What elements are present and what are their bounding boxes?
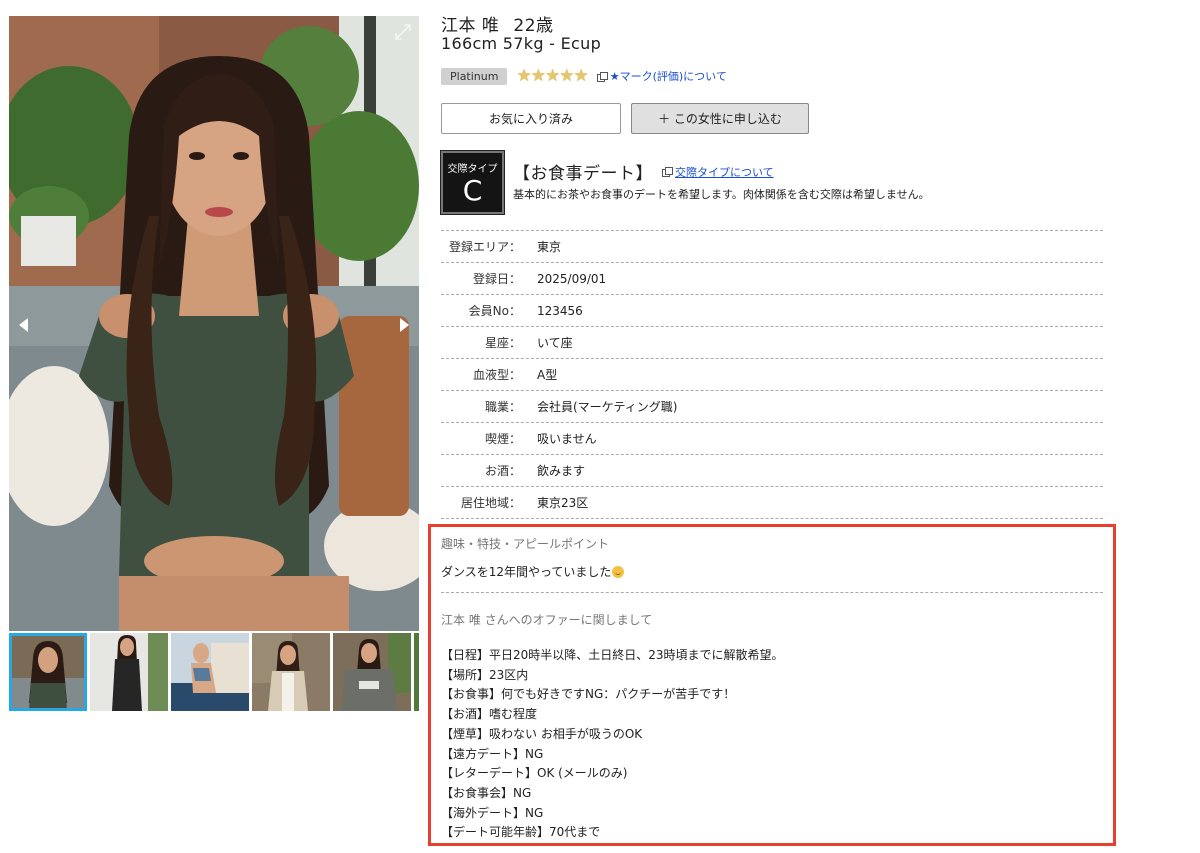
info-key: 会員No： (468, 304, 521, 318)
next-photo-arrow-icon[interactable] (396, 316, 412, 334)
info-key: 血液型： (472, 368, 521, 382)
info-value: 2025/09/01 (537, 271, 607, 286)
info-value: いて座 (537, 336, 573, 350)
date-type-title: 【お食事デート】 (513, 164, 653, 184)
profile-size: 166cm 57kg - Ecup (441, 34, 602, 53)
info-key: 登録日： (472, 272, 521, 286)
profile-name-line: 江本 唯 22歳 (441, 11, 554, 36)
appeal-label: 趣味・特技・アピールポイント (441, 537, 610, 551)
popup-window-icon (596, 71, 608, 82)
profile-photo-illustration (9, 16, 419, 631)
smile-emoji-icon (612, 566, 625, 578)
section-divider (441, 592, 1103, 593)
thumbnail-4[interactable] (252, 633, 330, 711)
date-type-letter: C (462, 174, 483, 207)
offer-line: 【デート可能年齢】70代まで (441, 825, 601, 840)
appeal-text-line: ダンスを12年間やっていました (441, 563, 625, 580)
expand-icon[interactable] (393, 22, 413, 42)
offer-line: 【お食事会】NG (441, 785, 532, 800)
info-row-blood-type: 血液型： A型 (441, 359, 1103, 391)
info-row-area: 登録エリア： 東京 (441, 231, 1103, 263)
star-icon: ★ (530, 65, 546, 86)
offer-label: 江本 唯 さんへのオファーに関しまして (441, 613, 653, 627)
info-value: 123456 (537, 303, 583, 318)
info-value: A型 (537, 368, 558, 382)
info-row-drinking: お酒： 飲みます (441, 455, 1103, 487)
favorite-button[interactable]: お気に入り済み (441, 103, 621, 134)
rating-info-link[interactable]: ★マーク(評価)について (610, 68, 727, 84)
thumbnail-3[interactable] (171, 633, 249, 711)
appeal-text: ダンスを12年間やっていました (441, 565, 612, 579)
info-row-member-no: 会員No： 123456 (441, 295, 1103, 327)
info-key: 登録エリア： (448, 240, 521, 254)
date-type-info-link[interactable]: 交際タイプについて (675, 164, 774, 180)
offer-conditions: 【日程】平日20時半以降、土日終日、23時頃までに解散希望。 【場所】23区内 … (441, 646, 784, 843)
info-value: 飲みます (537, 464, 586, 478)
popup-window-icon (662, 167, 673, 177)
info-key: 居住地域： (460, 496, 521, 510)
offer-line: 【遠方デート】NG (441, 746, 544, 761)
offer-line: 【場所】23区内 (441, 667, 529, 682)
star-icon: ★ (559, 65, 574, 86)
action-buttons: お気に入り済み ＋ この女性に申し込む (441, 103, 809, 134)
date-type-badge: 交際タイプ C (440, 150, 505, 215)
profile-age: 22歳 (513, 16, 554, 36)
info-row-registered: 登録日： 2025/09/01 (441, 263, 1103, 295)
info-key: 職業： (484, 400, 521, 414)
info-key: 星座： (484, 336, 521, 350)
offer-line: 【海外デート】NG (441, 805, 544, 820)
info-row-occupation: 職業： 会社員(マーケティング職) (441, 391, 1103, 423)
info-key: お酒： (484, 464, 521, 478)
star-icon: ★ (544, 65, 560, 86)
rank-badge: Platinum (441, 67, 508, 85)
thumbnail-2[interactable] (90, 633, 168, 711)
thumbnail-1[interactable] (9, 633, 87, 711)
thumbnail-5[interactable] (333, 633, 411, 711)
star-rating: ★ ★ ★ ★ ★ (516, 65, 588, 86)
info-row-residence: 居住地域： 東京23区 (441, 487, 1103, 519)
profile-info-table: 登録エリア： 東京 登録日： 2025/09/01 会員No： 123456 星座： い… (441, 230, 1103, 519)
star-icon: ★ (516, 65, 531, 86)
offer-line: 【煙草】吸わない お相手が吸うのOK (441, 726, 643, 741)
info-row-smoking: 喫煙： 吸いません (441, 423, 1103, 455)
offer-line: 【お食事】何でも好きですNG：パクチーが苦手です！ (441, 687, 736, 702)
offer-line: 【お酒】嗜む程度 (441, 707, 538, 722)
apply-button[interactable]: ＋ この女性に申し込む (631, 103, 809, 134)
prev-photo-arrow-icon[interactable] (16, 316, 32, 334)
info-value: 東京 (537, 240, 562, 254)
thumbnail-strip (9, 633, 419, 713)
info-value: 吸いません (537, 432, 597, 446)
thumbnail-6[interactable] (414, 633, 419, 711)
offer-line: 【レターデート】OK (メールのみ) (441, 766, 628, 781)
info-row-zodiac: 星座： いて座 (441, 327, 1103, 359)
star-icon: ★ (573, 65, 588, 86)
info-key: 喫煙： (484, 432, 521, 446)
rank-row: Platinum ★ ★ ★ ★ ★ ★マーク(評価)について (441, 67, 727, 85)
date-type-title-row: 【お食事デート】 交際タイプについて (513, 159, 774, 184)
date-type-label: 交際タイプ (447, 164, 498, 175)
profile-name: 江本 唯 (441, 16, 500, 36)
info-value: 東京23区 (537, 496, 589, 510)
info-value: 会社員(マーケティング職) (537, 400, 678, 414)
date-type-description: 基本的にお茶やお食事のデートを希望します。肉体関係を含む交際は希望しません。 (513, 188, 930, 201)
main-photo[interactable] (9, 16, 419, 631)
offer-line: 【日程】平日20時半以降、土日終日、23時頃までに解散希望。 (441, 648, 784, 662)
